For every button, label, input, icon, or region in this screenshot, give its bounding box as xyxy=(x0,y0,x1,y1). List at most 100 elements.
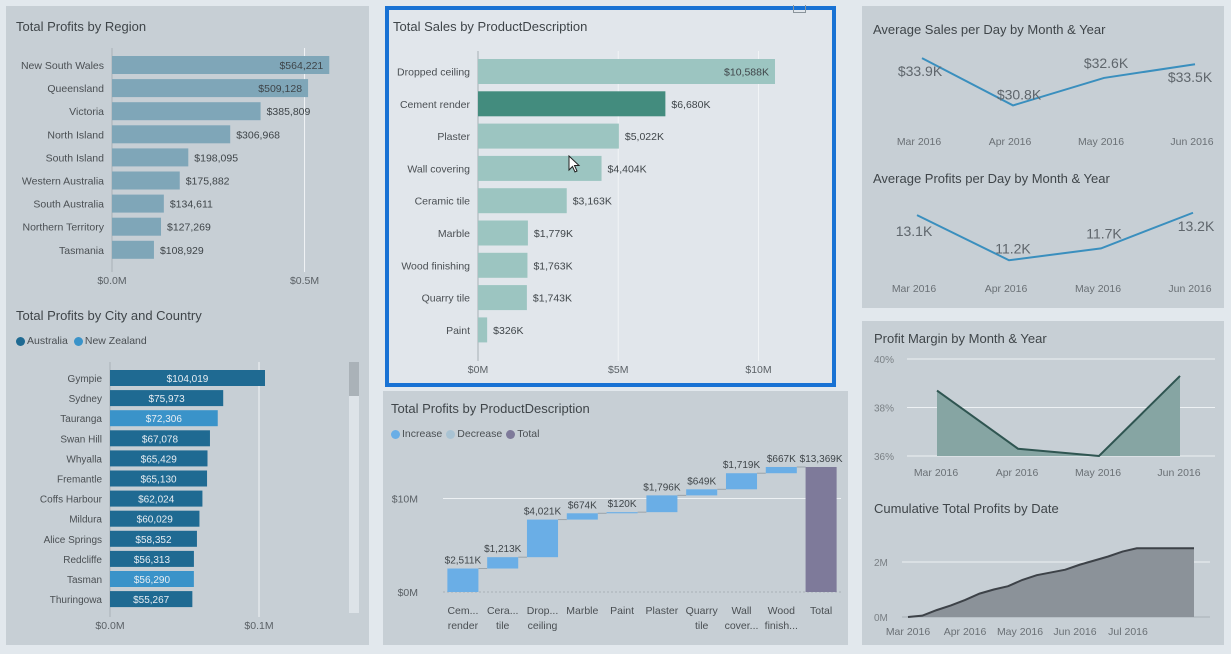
sales-bar-chart: $0M $5M $10M Dropped ceiling $10,588K Cement … xyxy=(397,51,775,376)
x-tick-label: Apr 2016 xyxy=(989,136,1032,148)
data-label: $306,968 xyxy=(236,129,280,141)
category-label: Ceramic tile xyxy=(415,196,471,208)
data-point[interactable] xyxy=(1010,102,1016,108)
bar[interactable] xyxy=(478,188,567,214)
legend-dot-icon xyxy=(506,429,516,439)
bar[interactable] xyxy=(478,317,488,343)
bar[interactable] xyxy=(478,155,602,181)
scrollbar-thumb[interactable] xyxy=(349,362,359,396)
bar[interactable] xyxy=(646,495,678,513)
data-label: $104,019 xyxy=(167,374,209,385)
bar[interactable] xyxy=(112,171,180,190)
data-label: $75,973 xyxy=(149,394,186,405)
data-point[interactable] xyxy=(1101,75,1107,81)
bar[interactable] xyxy=(478,220,528,246)
legend-dot-icon xyxy=(73,336,83,346)
data-label: $5,022K xyxy=(625,131,664,143)
chart-title: Total Profits by City and Country xyxy=(16,308,202,323)
category-label: Northern Territory xyxy=(23,222,105,234)
data-label: $56,290 xyxy=(134,575,171,586)
data-label: $58,352 xyxy=(135,535,172,546)
category-label: Tauranga xyxy=(60,414,102,425)
bar[interactable] xyxy=(447,568,479,592)
bar[interactable] xyxy=(478,91,666,117)
data-point[interactable] xyxy=(914,212,920,218)
data-label: $1,763K xyxy=(533,260,572,272)
bar[interactable] xyxy=(478,252,528,278)
region-bar-chart: $0.0M $0.5M New South Wales $564,221 Queensl… xyxy=(21,48,330,287)
legend-dot-icon xyxy=(446,429,456,439)
x-tick-label: Apr 2016 xyxy=(944,626,987,638)
x-tick-label: $0.0M xyxy=(97,275,126,287)
series-area xyxy=(908,548,1194,617)
profit-margin-area-chart: 36% 38% 40% Mar 2016 Apr 2016 May 2016 Jun 201… xyxy=(874,355,1215,479)
chart-title: Profit Margin by Month & Year xyxy=(874,331,1047,346)
bar[interactable] xyxy=(765,466,797,474)
bar[interactable] xyxy=(112,148,189,167)
legend-item-total[interactable]: Total xyxy=(506,428,539,440)
bar[interactable] xyxy=(112,217,162,236)
data-point[interactable] xyxy=(1098,245,1104,251)
category-label: Redcliffe xyxy=(63,555,102,566)
chart-title: Total Profits by ProductDescription xyxy=(391,401,590,416)
data-point[interactable] xyxy=(1006,257,1012,263)
focus-mode-icon[interactable] xyxy=(793,5,806,13)
x-tick-label: May 2016 xyxy=(1075,467,1121,479)
city-chart-scrollbar[interactable] xyxy=(349,362,359,613)
bar[interactable] xyxy=(606,512,638,514)
bar[interactable] xyxy=(725,473,758,490)
x-tick-label: May 2016 xyxy=(997,626,1043,638)
data-label: $3,163K xyxy=(573,196,612,208)
x-tick-label: Mar 2016 xyxy=(897,136,942,148)
category-label: cover... xyxy=(725,620,759,632)
legend-dot-icon xyxy=(16,336,25,346)
data-label: $564,221 xyxy=(279,60,323,72)
chart-title: Total Profits by Region xyxy=(16,19,147,34)
x-tick-label: Jun 2016 xyxy=(1170,136,1213,148)
bar[interactable] xyxy=(112,102,261,121)
category-label: Fremantle xyxy=(57,475,102,486)
legend: Increase Decrease Total xyxy=(391,428,539,440)
x-tick-label: $5M xyxy=(608,364,628,376)
data-point[interactable] xyxy=(1190,210,1196,216)
legend-item-australia[interactable]: Australia xyxy=(16,335,68,347)
bar[interactable] xyxy=(526,519,559,558)
category-label: Wall xyxy=(731,605,751,617)
data-label: $65,429 xyxy=(141,454,178,465)
x-tick-label: May 2016 xyxy=(1078,136,1124,148)
data-point[interactable] xyxy=(919,55,925,61)
x-tick-label: Mar 2016 xyxy=(914,467,959,479)
bar[interactable] xyxy=(686,489,718,496)
mouse-cursor-icon xyxy=(568,155,581,173)
x-tick-label: $0M xyxy=(468,364,488,376)
bar[interactable] xyxy=(112,240,154,259)
x-tick-label: May 2016 xyxy=(1075,283,1121,295)
bar[interactable] xyxy=(805,467,837,592)
category-label: Swan Hill xyxy=(60,434,102,445)
bar[interactable] xyxy=(566,513,598,520)
x-tick-label: Jun 2016 xyxy=(1157,467,1200,479)
bar[interactable] xyxy=(478,285,527,311)
x-tick-label: Jun 2016 xyxy=(1168,283,1211,295)
bar[interactable] xyxy=(112,194,164,213)
bar[interactable] xyxy=(478,123,619,149)
data-point[interactable] xyxy=(1192,61,1198,67)
chart-title: Average Profits per Day by Month & Year xyxy=(873,171,1110,186)
data-label: $67,078 xyxy=(142,434,179,445)
data-label: $1,796K xyxy=(643,482,681,493)
data-label: 11.2K xyxy=(995,240,1031,256)
category-label: Gympie xyxy=(68,374,103,385)
legend-item-new-zealand[interactable]: New Zealand xyxy=(73,335,147,347)
avg-profits-line-chart: 13.1K Mar 2016 11.2K Apr 2016 11.7K May 2016 1… xyxy=(892,210,1215,295)
data-label: $32.6K xyxy=(1084,55,1129,71)
category-label: tile xyxy=(695,620,709,632)
legend-item-decrease[interactable]: Decrease xyxy=(446,428,502,440)
city-bar-chart: $0.0M $0.1M Gympie $104,019 Sydney $75,973 Tau… xyxy=(40,362,274,632)
data-label: $60,029 xyxy=(137,515,174,526)
legend-item-increase[interactable]: Increase xyxy=(391,428,442,440)
bar[interactable] xyxy=(487,557,519,569)
data-label: $33.9K xyxy=(898,63,943,79)
bar[interactable] xyxy=(112,125,231,144)
data-label: $13,369K xyxy=(800,454,843,465)
series-line xyxy=(921,57,1196,107)
